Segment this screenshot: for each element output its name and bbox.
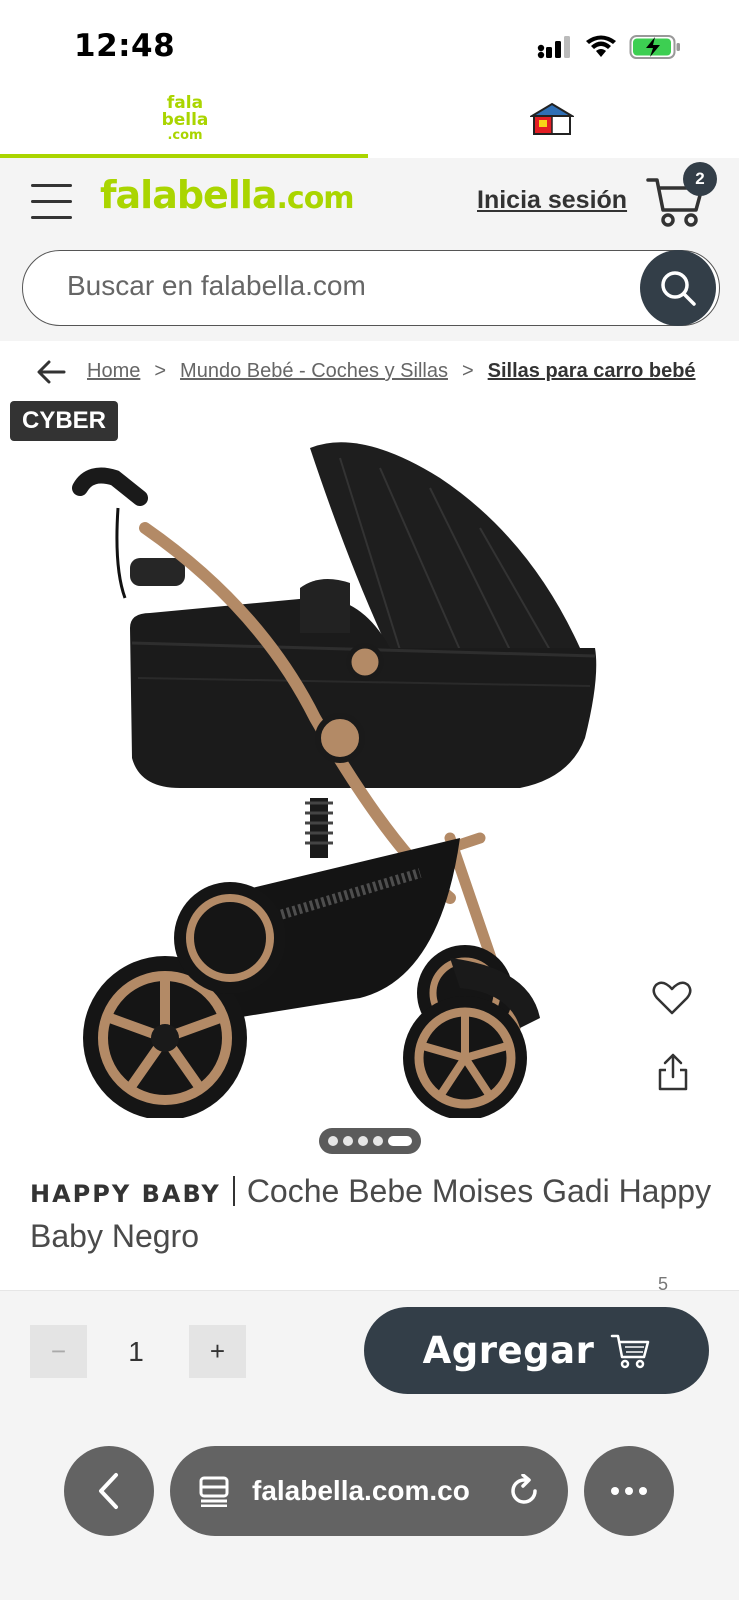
add-to-cart-bar: − + Agregar — [0, 1290, 739, 1414]
cart-count-badge: 2 — [683, 162, 717, 196]
breadcrumb-home[interactable]: Home — [87, 360, 140, 383]
search-input[interactable] — [67, 270, 627, 302]
product-gallery[interactable]: CYBER — [0, 398, 739, 1158]
add-to-cart-label: Agregar — [422, 1329, 595, 1372]
status-icons — [537, 34, 683, 60]
logo-text: falabella — [100, 173, 278, 217]
tab-falabella[interactable]: fala bella .com — [0, 88, 368, 158]
status-bar: 12:48 — [0, 0, 739, 88]
falabella-mini-logo: fala bella .com — [160, 95, 210, 143]
falabella-mini-line-2: bella — [161, 110, 209, 130]
breadcrumb-mundo-bebe[interactable]: Mundo Bebé - Coches y Sillas — [180, 360, 448, 383]
wifi-icon — [586, 35, 616, 57]
carousel-dot-active[interactable] — [388, 1136, 412, 1146]
breadcrumb-separator: > — [154, 360, 167, 382]
carousel-dot[interactable] — [343, 1136, 353, 1146]
product-brand[interactable]: HAPPY BABY — [30, 1180, 221, 1208]
browser-back-button[interactable] — [64, 1446, 154, 1536]
breadcrumb: Home > Mundo Bebé - Coches y Sillas > Si… — [0, 354, 739, 394]
quantity-increase-button[interactable]: + — [189, 1325, 246, 1378]
hamburger-menu-icon[interactable] — [31, 184, 72, 220]
carousel-indicator[interactable] — [319, 1128, 421, 1154]
signal-icon — [537, 36, 570, 59]
login-link[interactable]: Inicia sesión — [477, 186, 627, 215]
breadcrumb-sillas[interactable]: Sillas para carro bebé — [488, 360, 696, 383]
heart-favorite-icon[interactable] — [652, 980, 692, 1016]
homecenter-house-icon — [530, 102, 574, 135]
chevron-left-icon — [99, 1473, 118, 1509]
url-text: falabella.com.co — [252, 1475, 470, 1506]
search-icon — [661, 271, 696, 306]
product-title: HAPPY BABY Coche Bebe Moises Gadi Happy B… — [30, 1170, 720, 1257]
cart-icon — [611, 1334, 650, 1368]
battery-charging-icon — [629, 35, 680, 59]
breadcrumb-items: Home > Mundo Bebé - Coches y Sillas > Si… — [87, 360, 696, 383]
search-button[interactable] — [640, 250, 716, 326]
more-options-button[interactable] — [584, 1446, 674, 1536]
quantity-decrease-button[interactable]: − — [30, 1325, 87, 1378]
status-time: 12:48 — [74, 28, 176, 64]
carousel-dot[interactable] — [328, 1136, 338, 1146]
carousel-dot[interactable] — [358, 1136, 368, 1146]
search-box — [22, 250, 720, 326]
add-to-cart-button[interactable]: Agregar — [364, 1307, 709, 1394]
stroller-image — [72, 442, 597, 1118]
back-arrow-icon[interactable] — [36, 358, 66, 386]
falabella-mini-line-3: .com — [167, 128, 203, 143]
logo-suffix: .com — [276, 181, 355, 216]
falabella-logo[interactable]: falabella.com — [100, 173, 355, 217]
brand-tabs: fala bella .com — [0, 88, 739, 158]
carousel-dot[interactable] — [373, 1136, 383, 1146]
reload-icon[interactable] — [508, 1474, 540, 1508]
quantity-input[interactable] — [100, 1329, 172, 1375]
browser-toolbar: falabella.com.co — [0, 1414, 739, 1600]
tab-homecenter[interactable] — [368, 88, 739, 158]
address-bar[interactable]: falabella.com.co — [170, 1446, 568, 1536]
page-menu-icon — [199, 1476, 229, 1507]
title-divider — [232, 1176, 235, 1206]
breadcrumb-separator: > — [461, 360, 474, 382]
header: falabella.com Inicia sesión — [0, 158, 739, 341]
share-icon[interactable] — [656, 1052, 690, 1092]
